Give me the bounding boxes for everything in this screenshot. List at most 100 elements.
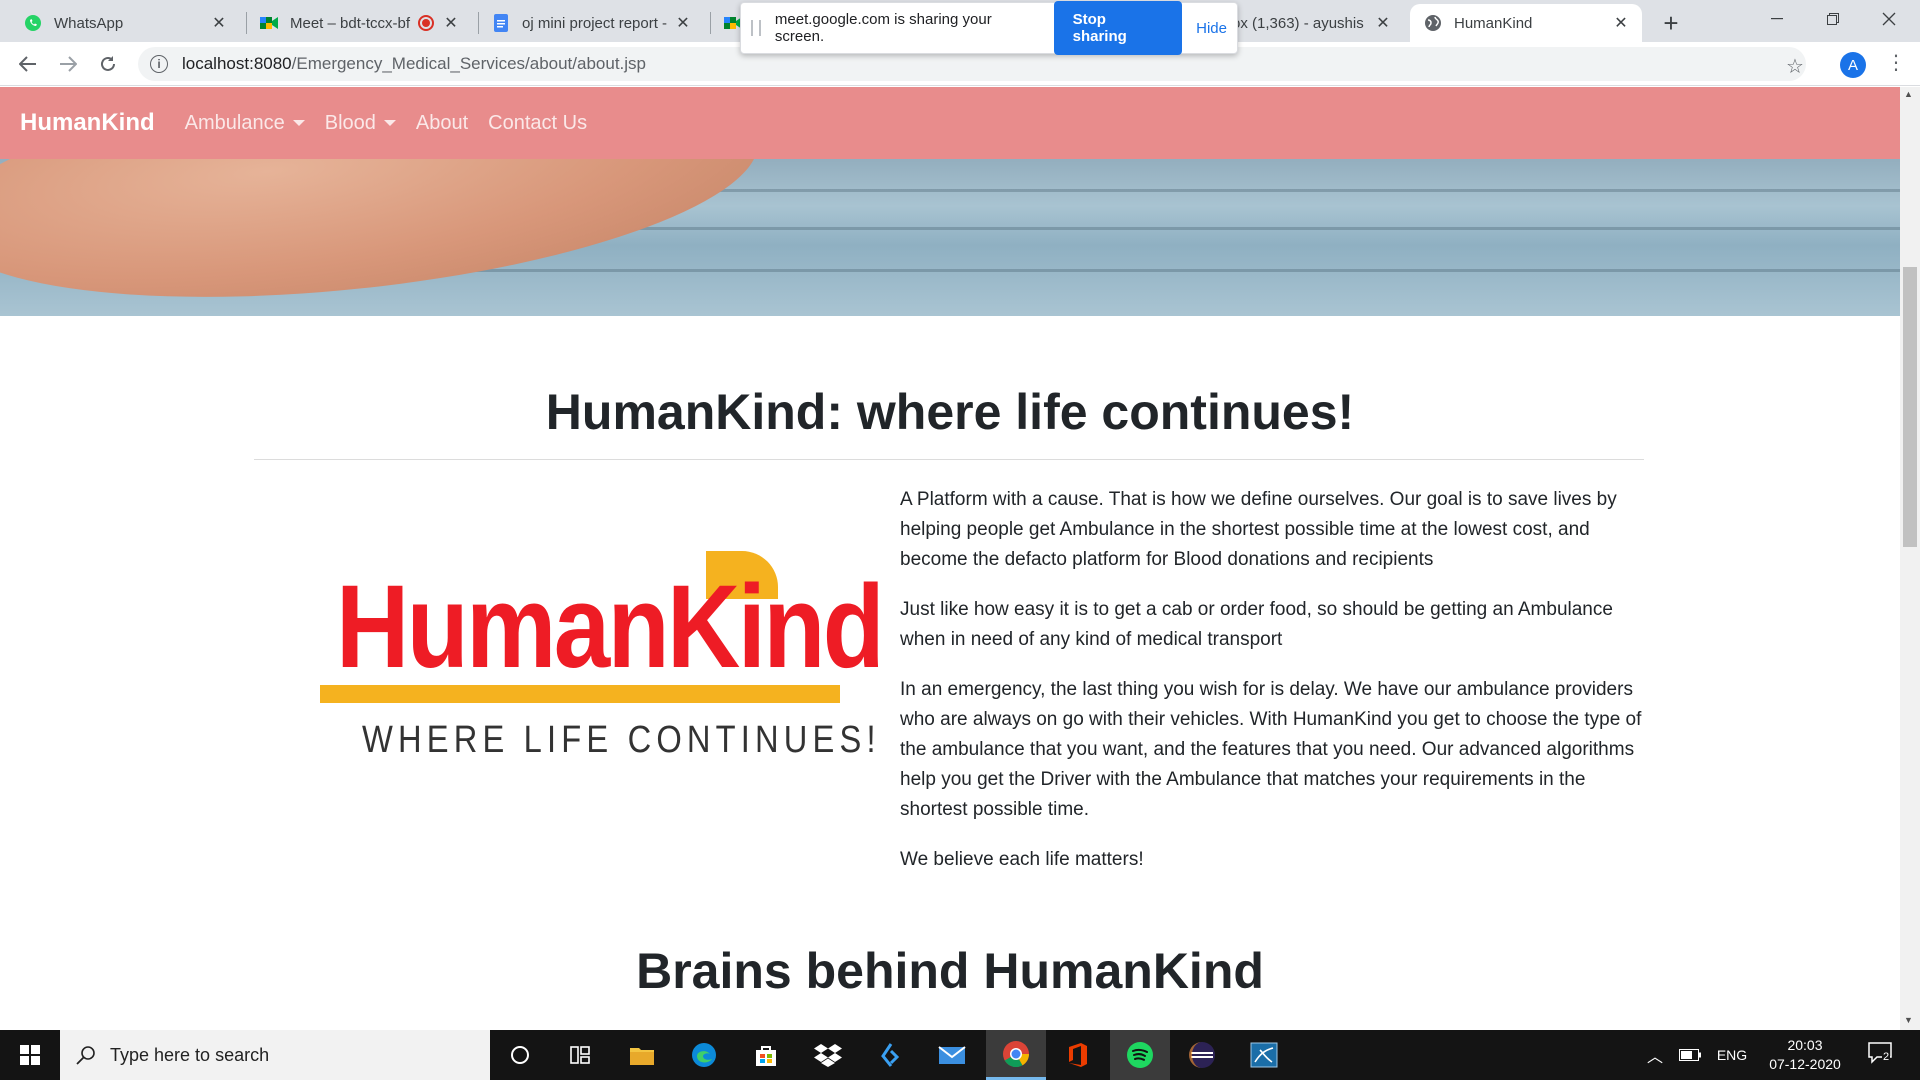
tab-title: WhatsApp [54,14,124,32]
share-message: meet.google.com is sharing your screen. [774,11,992,45]
clock-date: 07-12-2020 [1769,1056,1841,1072]
restore-button[interactable] [1802,0,1864,38]
chrome-icon[interactable] [986,1030,1046,1080]
page-scrollbar[interactable]: ▲ ▼ [1900,87,1920,1030]
start-button[interactable] [0,1030,60,1080]
notification-center-icon[interactable]: 2 [1868,1042,1896,1066]
bookmark-star-icon[interactable]: ☆ [1786,54,1804,79]
scroll-down-icon[interactable]: ▼ [1904,1015,1913,1025]
cortana-icon[interactable] [490,1030,550,1080]
title-tagline: : where life continues! [826,384,1355,440]
hand-photo [0,159,769,316]
language-indicator[interactable]: ENG [1710,1047,1754,1063]
nav-label: Ambulance [184,111,285,134]
tab-gmail[interactable]: ox (1,363) - ayushis ✕ [1232,4,1404,42]
dropbox-icon[interactable] [798,1030,858,1080]
taskbar-search[interactable]: Type here to search [60,1030,490,1080]
show-hidden-icons-icon[interactable]: ︿ [1640,1043,1670,1067]
task-view-icon[interactable] [550,1030,610,1080]
tab-separator [246,12,247,34]
drag-handle-icon[interactable] [751,20,761,36]
file-explorer-icon[interactable] [612,1030,672,1080]
reload-button[interactable] [92,48,124,80]
tab-separator [710,12,711,34]
sql-tool-icon[interactable] [1234,1030,1294,1080]
tab-humankind[interactable]: HumanKind ✕ [1410,4,1642,42]
nav-ambulance[interactable]: Ambulance [185,112,305,135]
scrollbar-thumb[interactable] [1903,267,1917,547]
reload-icon [101,56,115,71]
forward-arrow-icon [60,56,77,72]
tab-separator [478,12,479,34]
stop-sharing-button[interactable]: Stop sharing [1053,1,1183,55]
tab-title: ox (1,363) - ayushis [1232,14,1364,32]
tab-meet[interactable]: Meet – bdt-tccx-bf ✕ [250,4,472,42]
hide-button[interactable]: Hide [1196,20,1227,37]
close-tab-icon[interactable]: ✕ [672,12,694,34]
globe-icon [1424,14,1442,32]
divider [254,459,1644,460]
search-icon [76,1046,95,1065]
url-host: localhost:8080 [182,54,292,73]
back-button[interactable] [12,48,44,80]
tab-title: HumanKind [1454,14,1533,32]
restore-icon [1827,13,1839,25]
forward-button[interactable] [52,48,84,80]
tab-whatsapp[interactable]: WhatsApp ✕ [14,4,240,42]
office-icon[interactable] [1048,1030,1108,1080]
logo-underline [320,685,840,703]
humankind-logo: HumanKind WHERE LIFE CONTINUES! [318,547,885,807]
close-window-button[interactable] [1858,0,1920,38]
about-text: A Platform with a cause. That is how we … [900,485,1646,895]
close-tab-icon[interactable]: ✕ [1372,12,1394,34]
close-tab-icon[interactable]: ✕ [1610,12,1632,34]
more-menu-icon[interactable]: ⋮ [1886,50,1906,75]
nav-about[interactable]: About [416,112,468,135]
taskbar-clock[interactable]: 20:03 07-12-2020 [1760,1036,1850,1074]
spotify-icon[interactable] [1110,1030,1170,1080]
nav-blood[interactable]: Blood [325,112,396,135]
page-viewport: HumanKind Ambulance Blood About Contact … [0,87,1900,1030]
profile-avatar[interactable]: A [1840,52,1866,78]
about-paragraph: We believe each life matters! [900,849,1144,870]
section-title: Brains behind HumanKind [636,943,1264,999]
minimize-icon [1771,18,1783,20]
site-brand[interactable]: HumanKind [20,109,155,137]
hero-image [0,159,1900,316]
caret-down-icon [383,120,396,126]
about-paragraph: In an emergency, the last thing you wish… [900,679,1642,820]
store-icon[interactable] [736,1030,796,1080]
url-path: /Emergency_Medical_Services/about/about.… [291,54,647,73]
close-tab-icon[interactable]: ✕ [440,12,462,34]
clock-time: 20:03 [1787,1037,1823,1053]
site-info-icon[interactable]: i [150,55,168,73]
back-arrow-icon [19,56,36,72]
search-placeholder: Type here to search [110,1044,270,1065]
logo-wordmark: HumanKind [336,561,885,693]
logo-tagline: WHERE LIFE CONTINUES! [362,719,881,761]
nav-label: Blood [324,111,376,134]
mail-icon[interactable] [922,1030,982,1080]
nav-contact[interactable]: Contact Us [488,112,587,135]
edge-icon[interactable] [674,1030,734,1080]
screen-share-bar: meet.google.com is sharing your screen. … [740,1,1238,55]
about-paragraph: A Platform with a cause. That is how we … [900,489,1617,570]
close-icon [1882,12,1896,26]
battery-icon[interactable] [1670,1049,1710,1061]
notification-count: 2 [1882,1051,1891,1063]
windows-taskbar: Type here to search ︿ ENG 20:03 07-12-20… [0,1030,1920,1080]
tab-title: oj mini project report - [522,14,668,32]
minimize-button[interactable] [1746,0,1808,38]
google-docs-icon [492,14,510,32]
vscode-icon[interactable] [860,1030,920,1080]
scroll-up-icon[interactable]: ▲ [1904,89,1913,99]
recording-icon [418,15,434,31]
tab-docs[interactable]: oj mini project report - ✕ [482,4,704,42]
title-brand: HumanKind [545,384,827,440]
new-tab-button[interactable]: + [1656,8,1686,38]
windows-logo-icon [20,1045,40,1065]
close-tab-icon[interactable]: ✕ [208,12,230,34]
system-tray: ︿ ENG [1640,1030,1754,1080]
caret-down-icon [292,120,305,126]
eclipse-icon[interactable] [1172,1030,1232,1080]
